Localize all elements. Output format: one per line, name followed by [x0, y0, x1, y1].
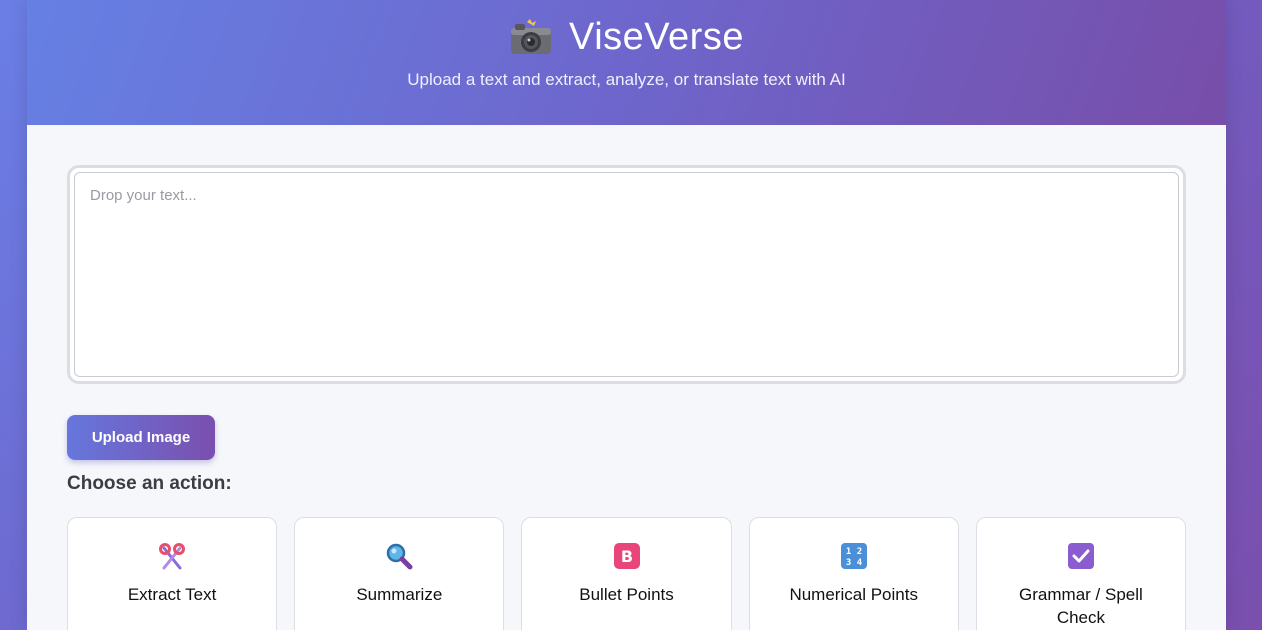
main-content: Upload Image Choose an action: Extract T… — [27, 125, 1226, 630]
action-summarize[interactable]: Summarize — [294, 517, 505, 630]
svg-text:1 2: 1 2 — [846, 547, 862, 557]
action-label: Summarize — [356, 585, 443, 604]
action-bullet-points[interactable]: B Bullet Points — [521, 517, 732, 630]
action-cards: Extract Text Summarize B Bullet Points 1… — [67, 517, 1187, 630]
svg-text:3 4: 3 4 — [846, 558, 863, 568]
title-row: ViseVerse — [27, 0, 1226, 60]
svg-text:B: B — [620, 547, 632, 566]
action-label: Grammar / Spell Check — [1019, 585, 1143, 627]
app-subtitle: Upload a text and extract, analyze, or t… — [407, 70, 846, 89]
magnifier-icon — [387, 543, 413, 570]
action-label: Numerical Points — [789, 585, 918, 604]
text-input[interactable] — [74, 172, 1179, 377]
checkbox-icon — [1067, 543, 1094, 569]
scissors-icon — [159, 543, 186, 570]
action-label: Extract Text — [127, 585, 217, 604]
choose-action-label: Choose an action: — [67, 473, 232, 494]
camera-icon — [511, 19, 552, 54]
numbers-icon: 1 2 3 4 — [840, 543, 867, 569]
action-numerical-points[interactable]: 1 2 3 4 Numerical Points — [748, 517, 959, 630]
text-input-wrapper — [67, 165, 1186, 384]
action-extract-text[interactable]: Extract Text — [67, 517, 278, 630]
app-window: ViseVerse Upload a text and extract, ana… — [27, 0, 1226, 630]
action-label: Bullet Points — [579, 585, 674, 604]
action-grammar-check[interactable]: Grammar / Spell Check — [975, 517, 1187, 630]
app-title: ViseVerse — [569, 15, 744, 58]
header: ViseVerse Upload a text and extract, ana… — [27, 0, 1226, 125]
bold-b-icon: B — [613, 543, 640, 569]
upload-image-button[interactable]: Upload Image — [67, 415, 215, 460]
